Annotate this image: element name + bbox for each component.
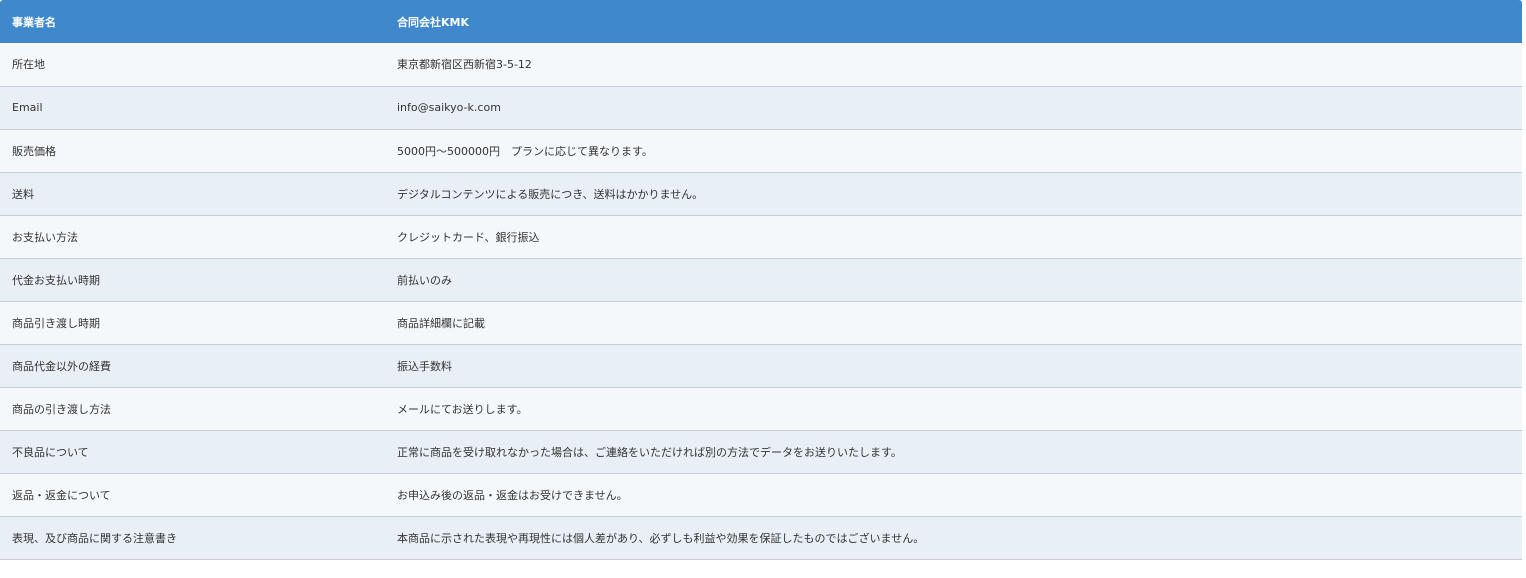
table-row: Email info@saikyo-k.com bbox=[0, 86, 1522, 129]
row-label: 送料 bbox=[12, 187, 34, 201]
row-label: 代金お支払い時期 bbox=[12, 273, 100, 287]
table-row: 代金お支払い時期 前払いのみ bbox=[0, 258, 1522, 301]
table-row: お支払い方法 クレジットカード、銀行振込 bbox=[0, 215, 1522, 258]
row-label: 商品引き渡し時期 bbox=[12, 316, 100, 330]
row-label: 不良品について bbox=[12, 445, 89, 459]
row-label: 販売価格 bbox=[12, 144, 56, 158]
row-label: 表現、及び商品に関する注意書き bbox=[12, 531, 177, 545]
commerce-law-table-container: 事業者名 合同会社KMK 所在地 東京都新宿区西新宿3-5-12 Email i… bbox=[0, 0, 1522, 560]
table-row: 不良品について 正常に商品を受け取れなかった場合は、ご連絡をいただければ別の方法… bbox=[0, 430, 1522, 473]
table-row: 商品の引き渡し方法 メールにてお送りします。 bbox=[0, 387, 1522, 430]
business-name-label: 事業者名 bbox=[12, 15, 56, 29]
row-label: 所在地 bbox=[12, 58, 45, 72]
row-value: クレジットカード、銀行振込 bbox=[397, 230, 540, 244]
table-row: 販売価格 5000円〜500000円 プランに応じて異なります。 bbox=[0, 129, 1522, 172]
table-header-row: 事業者名 合同会社KMK bbox=[0, 0, 1522, 43]
business-name-value: 合同会社KMK bbox=[397, 15, 469, 29]
table-row: 送料 デジタルコンテンツによる販売につき、送料はかかりません。 bbox=[0, 172, 1522, 215]
email-value: info@saikyo-k.com bbox=[397, 101, 501, 114]
row-value: 本商品に示された表現や再現性には個人差があり、必ずしも利益や効果を保証したもので… bbox=[397, 531, 925, 545]
table-row: 商品引き渡し時期 商品詳細欄に記載 bbox=[0, 301, 1522, 344]
row-value: 5000円〜500000円 プランに応じて異なります。 bbox=[397, 144, 653, 158]
row-value: 東京都新宿区西新宿3-5-12 bbox=[397, 58, 532, 72]
row-value: 前払いのみ bbox=[397, 273, 452, 287]
row-label: 返品・返金について bbox=[12, 488, 111, 502]
table-row: 所在地 東京都新宿区西新宿3-5-12 bbox=[0, 43, 1522, 86]
row-value: お申込み後の返品・返金はお受けできません。 bbox=[397, 488, 628, 502]
row-value: メールにてお送りします。 bbox=[397, 402, 528, 416]
row-label: Email bbox=[12, 101, 43, 114]
row-value: デジタルコンテンツによる販売につき、送料はかかりません。 bbox=[397, 187, 704, 201]
row-value: 商品詳細欄に記載 bbox=[397, 316, 485, 330]
row-value: 振込手数料 bbox=[397, 359, 452, 373]
table-row: 返品・返金について お申込み後の返品・返金はお受けできません。 bbox=[0, 473, 1522, 516]
table-row: 商品代金以外の経費 振込手数料 bbox=[0, 344, 1522, 387]
row-value: 正常に商品を受け取れなかった場合は、ご連絡をいただければ別の方法でデータをお送り… bbox=[397, 445, 902, 459]
table-row: 表現、及び商品に関する注意書き 本商品に示された表現や再現性には個人差があり、必… bbox=[0, 516, 1522, 559]
row-label: 商品の引き渡し方法 bbox=[12, 402, 111, 416]
row-label: 商品代金以外の経費 bbox=[12, 359, 111, 373]
row-label: お支払い方法 bbox=[12, 230, 78, 244]
commerce-law-table: 事業者名 合同会社KMK 所在地 東京都新宿区西新宿3-5-12 Email i… bbox=[0, 0, 1522, 560]
